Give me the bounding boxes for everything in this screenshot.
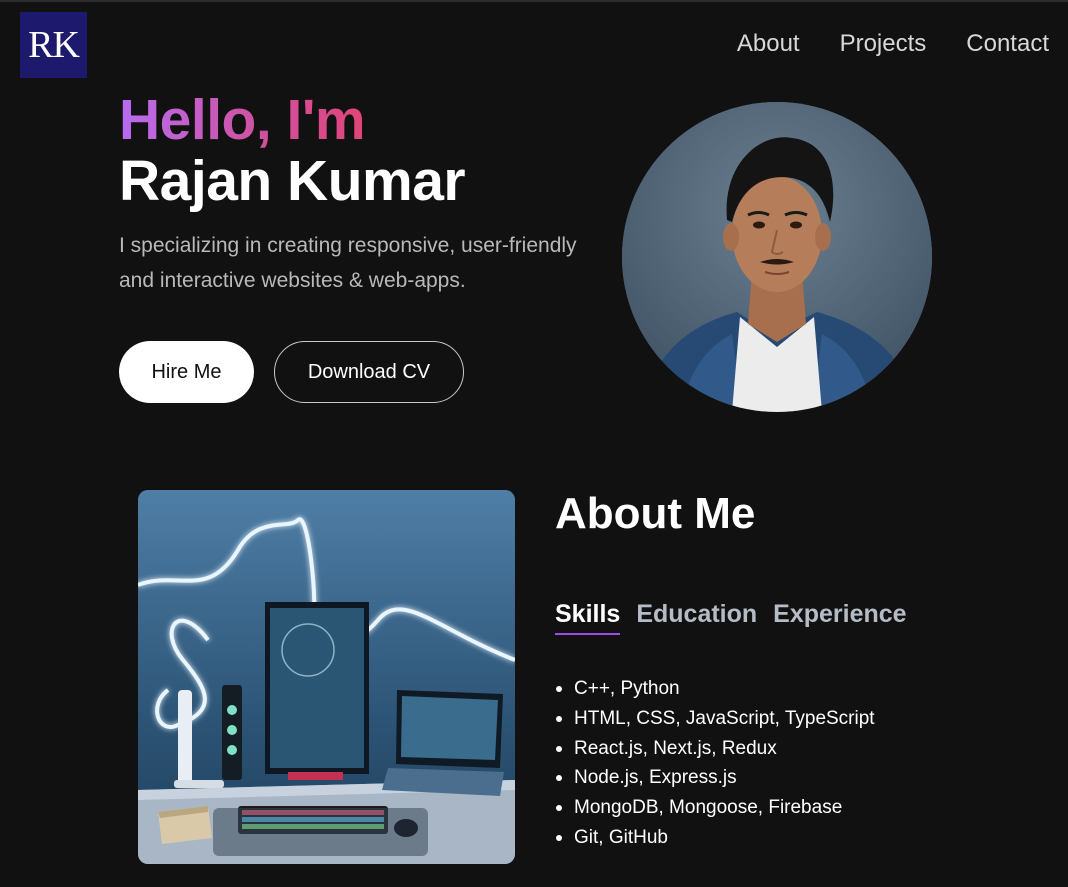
nav-link-about[interactable]: About bbox=[737, 30, 800, 58]
nav-link-projects[interactable]: Projects bbox=[840, 30, 927, 58]
about-title: About Me bbox=[555, 489, 756, 538]
tab-skills[interactable]: Skills bbox=[555, 600, 621, 635]
download-cv-button[interactable]: Download CV bbox=[274, 341, 464, 403]
skill-item: Git, GitHub bbox=[555, 823, 875, 853]
hero-intro: I specializing in creating responsive, u… bbox=[119, 234, 577, 292]
skill-item: Node.js, Express.js bbox=[555, 763, 875, 793]
hero-name: Rajan Kumar bbox=[119, 149, 466, 213]
tab-experience[interactable]: Experience bbox=[773, 600, 906, 635]
skill-item: React.js, Next.js, Redux bbox=[555, 734, 875, 764]
hire-me-button[interactable]: Hire Me bbox=[119, 341, 254, 403]
logo[interactable]: RK bbox=[20, 12, 87, 78]
profile-photo bbox=[622, 102, 932, 412]
workspace-photo bbox=[138, 490, 515, 864]
hero-greeting: Hello, I'm bbox=[119, 88, 366, 152]
logo-text: RK bbox=[28, 24, 80, 66]
top-border bbox=[0, 0, 1068, 2]
tab-education[interactable]: Education bbox=[636, 600, 757, 635]
main-nav: About Projects Contact bbox=[737, 30, 1049, 58]
skill-item: HTML, CSS, JavaScript, TypeScript bbox=[555, 704, 875, 734]
workspace-photo-illustration bbox=[138, 490, 515, 864]
profile-photo-illustration bbox=[622, 102, 932, 412]
skill-item: MongoDB, Mongoose, Firebase bbox=[555, 793, 875, 823]
skill-item: C++, Python bbox=[555, 674, 875, 704]
about-tabs: Skills Education Experience bbox=[555, 600, 907, 635]
nav-link-contact[interactable]: Contact bbox=[966, 30, 1049, 58]
skills-list: C++, Python HTML, CSS, JavaScript, TypeS… bbox=[555, 674, 875, 853]
